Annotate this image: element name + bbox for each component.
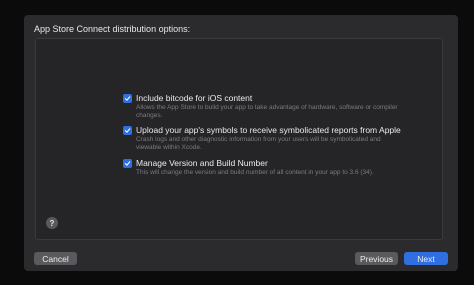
help-button[interactable]: ? — [46, 217, 58, 229]
option-description: Allows the App Store to build your app t… — [136, 104, 398, 119]
next-button[interactable]: Next — [404, 252, 448, 265]
option-label: Manage Version and Build Number — [136, 158, 268, 168]
manage-version-checkbox[interactable] — [123, 159, 132, 168]
question-mark-icon: ? — [49, 218, 55, 228]
option-label: Upload your app's symbols to receive sym… — [136, 125, 401, 135]
sheet-title: App Store Connect distribution options: — [34, 24, 191, 34]
option-label: Include bitcode for iOS content — [136, 93, 253, 103]
cancel-button[interactable]: Cancel — [34, 252, 77, 265]
checkmark-icon — [124, 161, 131, 166]
previous-button[interactable]: Previous — [355, 252, 398, 265]
upload-symbols-checkbox[interactable] — [123, 126, 132, 135]
include-bitcode-checkbox[interactable] — [123, 94, 132, 103]
option-description: Crash logs and other diagnostic informat… — [136, 136, 381, 151]
checkmark-icon — [124, 96, 131, 101]
option-description: This will change the version and build n… — [136, 169, 374, 176]
checkmark-icon — [124, 128, 131, 133]
